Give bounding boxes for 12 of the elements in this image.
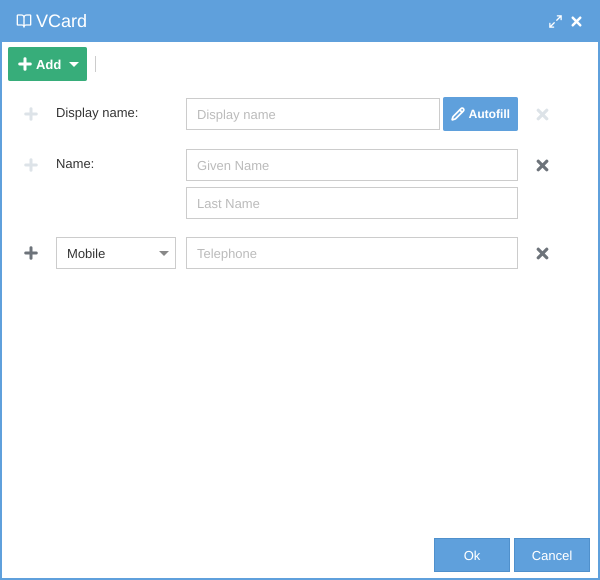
input-field[interactable]: Given Name [186,149,518,181]
input-field[interactable]: Display name [186,98,440,130]
ok-button[interactable]: Ok [434,538,510,572]
field-label: Name: [56,155,96,171]
type-dropdown[interactable]: Mobile [56,237,176,269]
cancel-button[interactable]: Cancel [514,538,590,572]
autofill-button[interactable]: Autofill [442,97,518,131]
add-button[interactable]: Add [8,47,88,81]
field-label: Display name: [56,104,140,120]
window-title: VCard [36,10,88,32]
input-field[interactable]: Last Name [186,187,518,219]
input-field[interactable]: Telephone [186,237,518,269]
